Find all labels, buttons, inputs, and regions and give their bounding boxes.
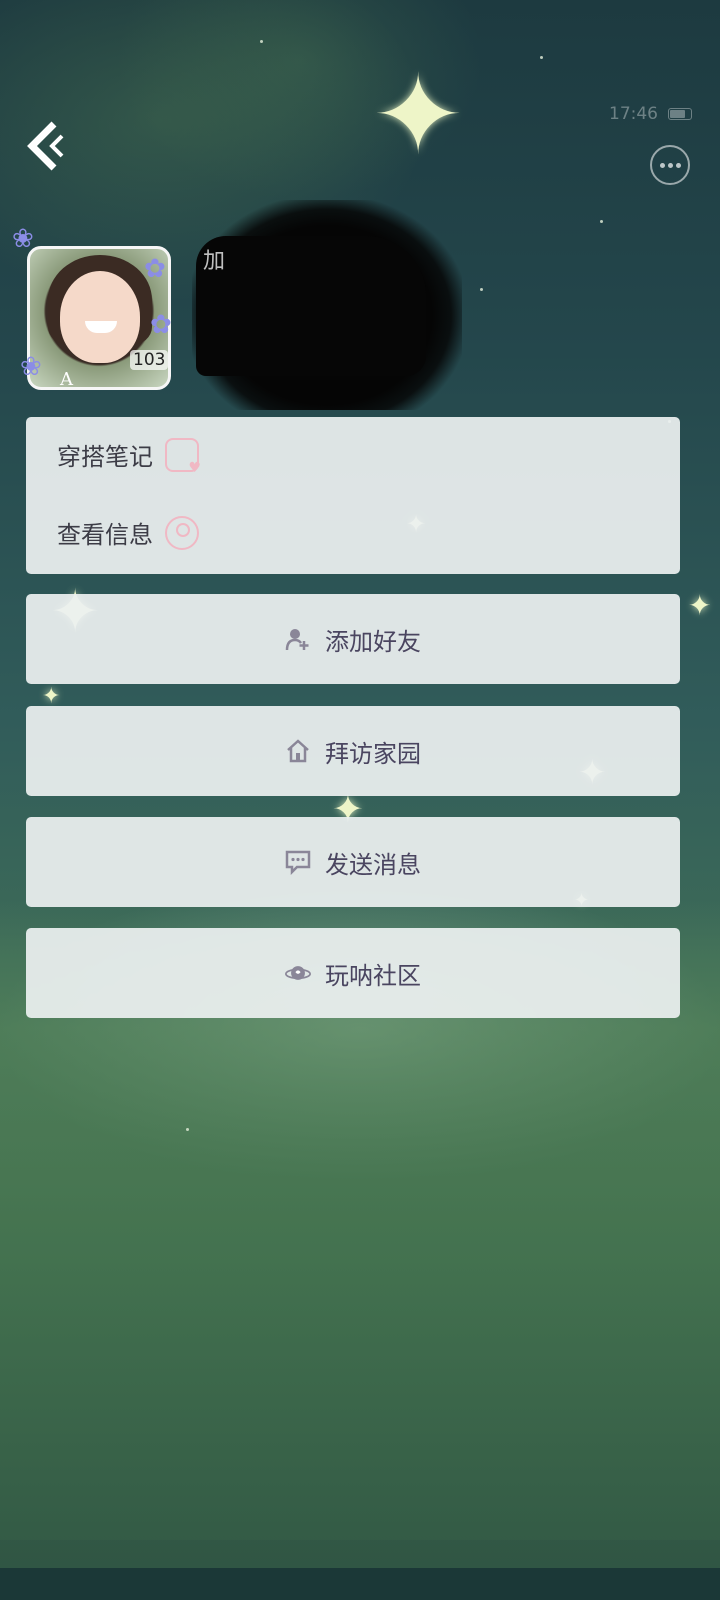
action-label: 发送消息 <box>325 850 421 879</box>
more-options-button[interactable] <box>650 145 690 185</box>
flower-decoration-icon: ✿ <box>150 310 172 340</box>
flower-decoration-icon: ✿ <box>144 254 166 284</box>
add-friend-icon <box>285 626 311 652</box>
star-decoration: ✦ <box>42 684 61 709</box>
action-label: 玩呐社区 <box>325 961 421 990</box>
back-arrow-icon <box>27 121 64 171</box>
bottom-bar <box>0 1568 720 1600</box>
status-time: 17:46 <box>609 104 658 124</box>
menu-item-outfit-notes[interactable]: 穿搭笔记 <box>57 437 201 476</box>
more-dot-icon <box>659 162 665 168</box>
username-partial: 加 <box>203 249 226 274</box>
level-badge: 103 <box>130 350 169 370</box>
star-decoration: ✦ <box>688 589 712 622</box>
visit-home-button[interactable]: 拜访家园 <box>26 706 680 796</box>
avatar-frame[interactable]: ❀ ✿ ✿ ❀ A 103 <box>12 224 182 402</box>
action-label: 拜访家园 <box>325 739 421 768</box>
back-button[interactable] <box>22 118 72 174</box>
avatar-face <box>60 271 140 363</box>
particle <box>600 220 603 223</box>
send-message-button[interactable]: 发送消息 <box>26 817 680 907</box>
menu-item-label: 查看信息 <box>57 521 153 549</box>
profile-menu-card: 穿搭笔记 查看信息 <box>26 417 680 574</box>
status-bar: 17:46 <box>609 104 692 124</box>
menu-item-view-info[interactable]: 查看信息 <box>57 515 199 550</box>
big-star-decoration: ✦ <box>372 51 465 179</box>
community-button[interactable]: 玩呐社区 <box>26 928 680 1018</box>
particle <box>260 40 263 43</box>
particle <box>186 1128 189 1131</box>
particle <box>480 288 483 291</box>
outfit-notes-icon <box>165 437 201 476</box>
profile-info-icon <box>165 515 199 550</box>
flower-decoration-icon: ❀ <box>12 224 34 254</box>
menu-item-label: 穿搭笔记 <box>57 443 153 471</box>
home-icon <box>285 738 311 764</box>
frame-letter-decoration: A <box>60 369 73 390</box>
more-dot-icon <box>667 162 673 168</box>
planet-community-icon <box>285 960 311 986</box>
add-friend-button[interactable]: 添加好友 <box>26 594 680 684</box>
redacted-area <box>196 236 426 376</box>
chat-bubble-icon <box>285 849 311 875</box>
flower-decoration-icon: ❀ <box>20 352 42 382</box>
particle <box>540 56 543 59</box>
battery-icon <box>668 108 692 120</box>
action-label: 添加好友 <box>325 627 421 656</box>
more-dot-icon <box>675 162 681 168</box>
